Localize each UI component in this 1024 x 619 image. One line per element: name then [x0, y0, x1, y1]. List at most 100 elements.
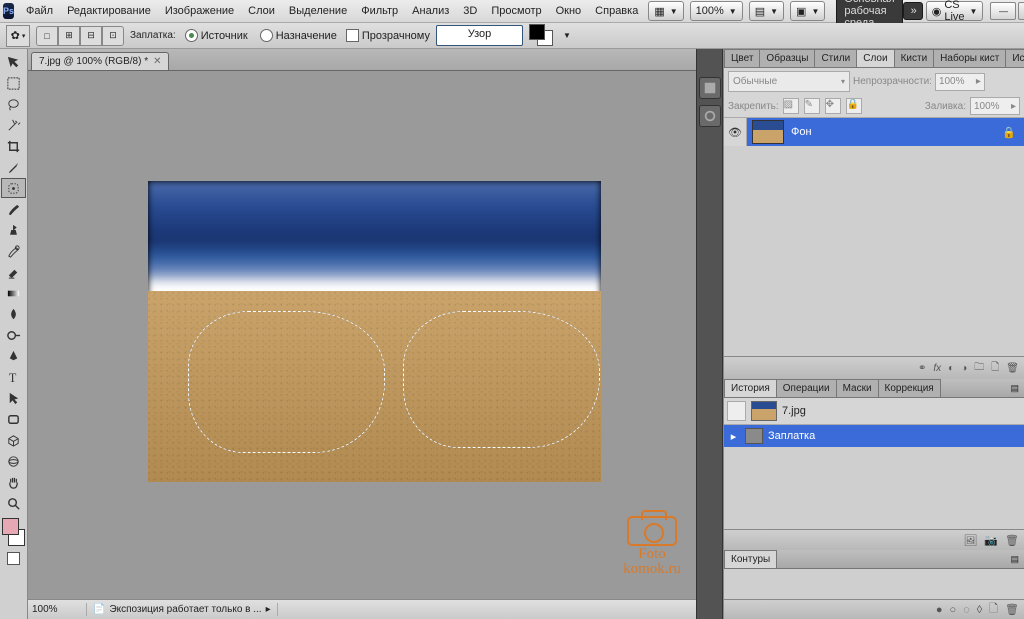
path-select-tool[interactable] — [1, 388, 26, 408]
tab-swatches[interactable]: Образцы — [759, 49, 815, 67]
lock-all-icon[interactable]: 🔒 — [846, 98, 862, 114]
launch-bridge-button[interactable]: ▦▼ — [648, 1, 683, 21]
tab-styles[interactable]: Стили — [814, 49, 857, 67]
stroke-path-icon[interactable]: ○ — [950, 604, 957, 616]
history-brush-tool[interactable] — [1, 241, 26, 261]
menu-file[interactable]: Файл — [19, 2, 60, 20]
foreground-color-swatch[interactable] — [2, 518, 19, 535]
menu-analysis[interactable]: Анализ — [405, 2, 456, 20]
3d-camera-tool[interactable] — [1, 451, 26, 471]
pattern-picker-dropdown[interactable]: ▼ — [563, 31, 571, 40]
new-snapshot-icon[interactable]: 📷 — [984, 534, 998, 547]
new-path-icon[interactable]: 🗋 — [989, 600, 998, 619]
tool-preset-picker[interactable]: ✿▾ — [6, 25, 30, 47]
screen-mode-button[interactable]: ▣▼ — [790, 1, 825, 21]
patch-destination-radio[interactable]: Назначение — [260, 29, 337, 42]
window-maximize[interactable]: □ — [1018, 2, 1024, 20]
tab-history[interactable]: История — [724, 379, 777, 397]
fill-path-icon[interactable]: ● — [936, 604, 943, 616]
layer-group-icon[interactable]: 🗀 — [974, 360, 984, 377]
selection-new[interactable]: □ — [36, 26, 58, 46]
menu-help[interactable]: Справка — [588, 2, 645, 20]
delete-layer-icon[interactable]: 🗑 — [1006, 363, 1019, 374]
close-tab-icon[interactable]: ✕ — [153, 56, 161, 67]
3d-tool[interactable] — [1, 430, 26, 450]
use-pattern-button[interactable]: Узор — [436, 25, 523, 46]
path-to-selection-icon[interactable]: ◌ — [963, 604, 970, 616]
panel3-menu-icon[interactable]: ▤ — [1005, 551, 1024, 568]
layer-name[interactable]: Фон — [789, 126, 1002, 138]
link-layers-icon[interactable]: ⚭ — [918, 363, 926, 374]
new-layer-icon[interactable]: 🗋 — [991, 360, 999, 377]
selection-intersect[interactable]: ⊡ — [102, 26, 124, 46]
layer-thumbnail[interactable] — [752, 120, 784, 144]
tab-adjustments[interactable]: Коррекция — [878, 379, 941, 397]
lasso-tool[interactable] — [1, 94, 26, 114]
canvas-viewport[interactable]: Foto komok.ru — [28, 71, 696, 599]
magic-wand-tool[interactable] — [1, 115, 26, 135]
pen-tool[interactable] — [1, 346, 26, 366]
document-tab[interactable]: 7.jpg @ 100% (RGB/8) * ✕ — [31, 52, 169, 70]
delete-state-icon[interactable]: 🗑 — [1005, 534, 1019, 547]
status-info[interactable]: 📄 Экспозиция работает только в ... ▸ — [87, 603, 278, 616]
history-snapshot-row[interactable]: 7.jpg — [724, 398, 1024, 424]
eyedropper-tool[interactable] — [1, 157, 26, 177]
dock-button-1[interactable] — [699, 77, 721, 99]
tab-actions[interactable]: Операции — [776, 379, 837, 397]
tab-clone-source[interactable]: Источник кло — [1005, 49, 1024, 67]
menu-select[interactable]: Выделение — [282, 2, 354, 20]
workspace-more[interactable]: » — [903, 2, 923, 20]
selection-to-path-icon[interactable]: ◊ — [977, 604, 982, 616]
menu-3d[interactable]: 3D — [456, 2, 484, 20]
brush-tool[interactable] — [1, 199, 26, 219]
panel2-menu-icon[interactable]: ▤ — [1005, 380, 1024, 397]
history-brush-source-slot[interactable] — [727, 401, 746, 421]
gradient-tool[interactable] — [1, 283, 26, 303]
clone-stamp-tool[interactable] — [1, 220, 26, 240]
move-tool[interactable] — [1, 52, 26, 72]
zoom-level-menu[interactable]: 100%▼ — [690, 1, 743, 21]
dodge-tool[interactable] — [1, 325, 26, 345]
view-extras-button[interactable]: ▤▼ — [749, 1, 784, 21]
selection-subtract[interactable]: ⊟ — [80, 26, 102, 46]
type-tool[interactable]: T — [1, 367, 26, 387]
zoom-tool[interactable] — [1, 493, 26, 513]
delete-path-icon[interactable]: 🗑 — [1005, 603, 1019, 616]
shape-tool[interactable] — [1, 409, 26, 429]
crop-tool[interactable] — [1, 136, 26, 156]
patch-transparent-check[interactable]: Прозрачному — [346, 29, 430, 42]
healing-patch-tool[interactable] — [1, 178, 26, 198]
layer-visibility-icon[interactable]: 👁 — [724, 118, 747, 146]
menu-filter[interactable]: Фильтр — [354, 2, 405, 20]
lock-paint-icon[interactable]: ✎ — [804, 98, 820, 114]
menu-view[interactable]: Просмотр — [484, 2, 548, 20]
tab-brush-presets[interactable]: Наборы кист — [933, 49, 1006, 67]
eraser-tool[interactable] — [1, 262, 26, 282]
tab-paths[interactable]: Контуры — [724, 550, 777, 568]
tab-color[interactable]: Цвет — [724, 49, 760, 67]
history-state-row[interactable]: ▸ Заплатка — [724, 425, 1024, 447]
cslive-button[interactable]: ◉ CS Live▼ — [926, 1, 984, 21]
fill-input[interactable]: 100%▸ — [970, 97, 1020, 115]
tab-layers[interactable]: Слои — [856, 49, 894, 67]
menu-image[interactable]: Изображение — [158, 2, 241, 20]
hand-tool[interactable] — [1, 472, 26, 492]
tab-brushes[interactable]: Кисти — [894, 49, 935, 67]
color-picker[interactable] — [2, 518, 25, 546]
blur-tool[interactable] — [1, 304, 26, 324]
lock-pixels-icon[interactable]: ▨ — [783, 98, 799, 114]
dock-button-2[interactable] — [699, 105, 721, 127]
opacity-input[interactable]: 100%▸ — [935, 73, 985, 91]
status-zoom-input[interactable]: 100% — [28, 603, 87, 616]
create-doc-from-state-icon[interactable]: 🖼 — [963, 534, 977, 547]
tab-masks[interactable]: Маски — [836, 379, 879, 397]
blend-mode-select[interactable]: Обычные▾ — [728, 71, 850, 92]
layer-mask-icon[interactable]: ◐ — [948, 363, 954, 374]
menu-window[interactable]: Окно — [549, 2, 589, 20]
selection-add[interactable]: ⊞ — [58, 26, 80, 46]
patch-source-radio[interactable]: Источник — [185, 29, 248, 42]
lock-position-icon[interactable]: ✥ — [825, 98, 841, 114]
window-minimize[interactable]: — — [990, 2, 1016, 20]
menu-layers[interactable]: Слои — [241, 2, 282, 20]
layer-row[interactable]: 👁 Фон 🔒 — [724, 118, 1024, 146]
